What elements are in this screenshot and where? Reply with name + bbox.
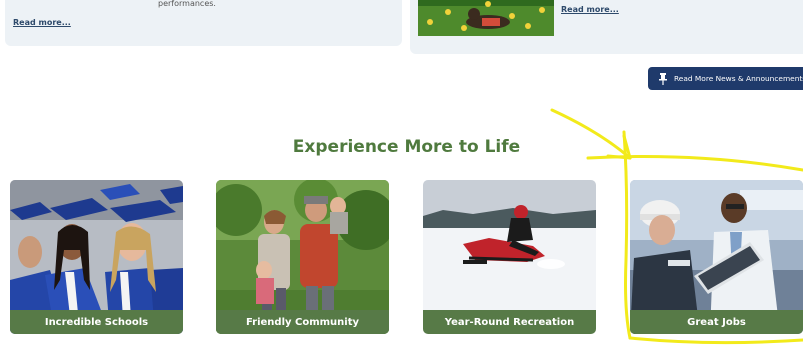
card-label: Incredible Schools [10, 310, 183, 334]
news-card-left: performances. Read more... [5, 0, 402, 46]
card-incredible-schools[interactable]: Incredible Schools [10, 180, 183, 334]
read-more-link-left[interactable]: Read more... [13, 18, 71, 27]
card-great-jobs[interactable]: Great Jobs [630, 180, 803, 334]
card-label: Friendly Community [216, 310, 389, 334]
read-more-link-right[interactable]: Read more... [561, 5, 619, 14]
card-friendly-community[interactable]: Friendly Community [216, 180, 389, 334]
section-title: Experience More to Life [292, 137, 521, 157]
news-card-right: Read more... [410, 0, 803, 54]
card-year-round-recreation[interactable]: Year-Round Recreation [423, 180, 596, 334]
read-more-news-button[interactable]: Read More News & Announcements [648, 67, 803, 90]
news-thumbnail-image[interactable] [418, 0, 554, 36]
news-snippet: performances. [158, 0, 216, 8]
pin-icon [659, 72, 667, 85]
card-label: Year-Round Recreation [423, 310, 596, 334]
read-more-news-label: Read More News & Announcements [674, 74, 803, 83]
card-label: Great Jobs [630, 310, 803, 334]
page: performances. Read more... Read more... [0, 0, 803, 348]
